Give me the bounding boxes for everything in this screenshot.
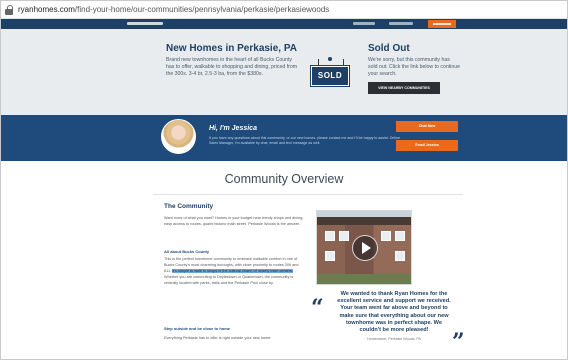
sold-out-title: Sold Out — [368, 43, 410, 54]
chat-now-button[interactable]: Chat Now — [396, 121, 458, 132]
agent-band: Hi, I'm Jessica If you have any question… — [1, 115, 567, 161]
sold-sign-text: SOLD — [311, 66, 349, 86]
lock-icon — [5, 4, 14, 15]
open-quote-icon: “ — [311, 295, 324, 321]
agent-greeting: Hi, I'm Jessica — [209, 125, 257, 132]
sold-sign-icon: SOLD — [311, 57, 349, 86]
nav-cta-button[interactable] — [428, 20, 456, 28]
the-community-heading: The Community — [164, 203, 214, 210]
agent-avatar — [161, 119, 196, 154]
close-quote-icon: ” — [452, 329, 465, 355]
address-bar[interactable]: ryanhomes.com/find-your-home/our-communi… — [1, 1, 567, 19]
testimonial-text: We wanted to thank Ryan Homes for the ex… — [337, 291, 451, 334]
bucks-county-subheading: All about Bucks County — [164, 249, 210, 254]
url-domain: ryanhomes.com — [18, 5, 75, 14]
paragraph-2-text-b: Whether you are commuting to Doylestown … — [164, 275, 294, 285]
view-nearby-communities-button[interactable]: VIEW NEARBY COMMUNITIES — [368, 82, 440, 94]
browser-frame: ryanhomes.com/find-your-home/our-communi… — [0, 0, 568, 360]
nav-link-1[interactable] — [353, 22, 375, 25]
highlighted-text[interactable]: It's simple to walk to shops in the cult… — [172, 269, 293, 273]
community-paragraph-2: This is the perfect townhome community t… — [164, 256, 304, 286]
ryan-homes-logo[interactable] — [127, 22, 163, 25]
step-outside-subheading: Step outside and be close to home — [164, 326, 231, 331]
section-divider — [153, 194, 463, 195]
sold-out-text: We're sorry, but this community has sold… — [368, 57, 460, 77]
url-path: /find-your-home/our-communities/pennsylv… — [74, 5, 330, 14]
community-overview-title: Community Overview — [224, 172, 344, 186]
community-paragraph-1: Want more of what you want? Homes in you… — [164, 216, 304, 226]
nav-link-2[interactable] — [389, 22, 413, 25]
site-nav — [1, 19, 567, 29]
agent-text: If you have any questions about this com… — [209, 136, 400, 145]
community-paragraph-3: Everything Perkasie has to offer is righ… — [164, 336, 272, 340]
email-agent-button[interactable]: Email Jessica — [396, 140, 458, 151]
testimonial-author: Homeowner, Perkasie Woods, PA — [367, 337, 421, 341]
community-video[interactable] — [316, 210, 412, 285]
hero-title: New Homes in Perkasie, PA — [166, 43, 297, 54]
url-text[interactable]: ryanhomes.com/find-your-home/our-communi… — [18, 5, 329, 14]
hero-description: Brand new townhomes in the heart of all … — [166, 57, 298, 77]
play-icon[interactable] — [352, 235, 378, 261]
